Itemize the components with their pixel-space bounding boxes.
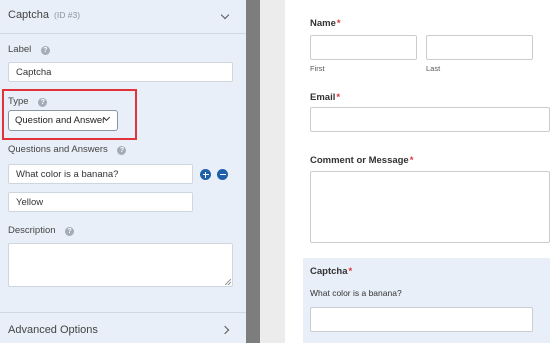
name-first-sublabel: First [310, 64, 325, 73]
required-marker: * [409, 155, 414, 166]
comment-label-text: Comment or Message [310, 155, 409, 166]
type-select[interactable]: Question and Answer [8, 110, 118, 131]
captcha-answer-input[interactable] [310, 307, 533, 332]
qa-heading: Questions and Answers ? [8, 144, 127, 155]
comment-textarea[interactable] [310, 171, 550, 243]
label-heading-text: Label [8, 44, 32, 55]
captcha-label-text: Captcha [310, 266, 348, 277]
email-label-text: Email [310, 92, 336, 103]
email-label: Email* [310, 92, 340, 103]
description-textarea[interactable] [8, 243, 233, 287]
required-marker: * [348, 266, 353, 277]
type-heading-text: Type [8, 96, 29, 107]
help-icon[interactable]: ? [38, 98, 48, 107]
chevron-down-icon[interactable] [220, 10, 230, 20]
name-label: Name* [310, 18, 341, 29]
required-marker: * [336, 92, 341, 103]
advanced-options-toggle[interactable]: Advanced Options [8, 324, 98, 336]
add-icon[interactable] [200, 169, 211, 180]
name-label-text: Name [310, 18, 336, 29]
required-marker: * [336, 18, 341, 29]
description-heading: Description ? [8, 225, 75, 236]
form-preview: Name* First Last Email* Comment or Messa… [285, 0, 550, 343]
captcha-label: Captcha* [310, 266, 352, 277]
email-input[interactable] [310, 107, 550, 132]
field-title-text: Captcha [8, 9, 49, 21]
name-first-input[interactable] [310, 35, 417, 60]
remove-icon[interactable] [217, 169, 228, 180]
captcha-field-block[interactable]: Captcha* What color is a banana? [303, 258, 550, 343]
resize-grip-icon[interactable] [225, 279, 231, 285]
label-heading: Label ? [8, 44, 50, 55]
description-heading-text: Description [8, 225, 56, 236]
question-input[interactable]: What color is a banana? [8, 164, 193, 184]
help-icon[interactable]: ? [65, 227, 75, 236]
chevron-right-icon[interactable] [220, 325, 230, 335]
advanced-separator [0, 312, 246, 313]
type-select-value: Question and Answer [15, 115, 106, 126]
preview-gutter [260, 0, 285, 343]
qa-heading-text: Questions and Answers [8, 144, 108, 155]
field-header[interactable]: Captcha (ID #3) [0, 0, 246, 34]
field-title: Captcha (ID #3) [8, 9, 80, 21]
name-last-input[interactable] [426, 35, 533, 60]
type-heading: Type ? [8, 96, 48, 107]
field-options-panel: Captcha (ID #3) Label ? Captcha Type ? Q… [0, 0, 246, 343]
help-icon[interactable]: ? [117, 146, 127, 155]
panel-divider [246, 0, 260, 343]
name-last-sublabel: Last [426, 64, 441, 73]
field-id: (ID #3) [54, 10, 81, 20]
captcha-question: What color is a banana? [310, 288, 402, 298]
answer-input[interactable]: Yellow [8, 192, 193, 212]
comment-label: Comment or Message* [310, 155, 413, 166]
label-input[interactable]: Captcha [8, 62, 233, 82]
help-icon[interactable]: ? [40, 46, 50, 55]
